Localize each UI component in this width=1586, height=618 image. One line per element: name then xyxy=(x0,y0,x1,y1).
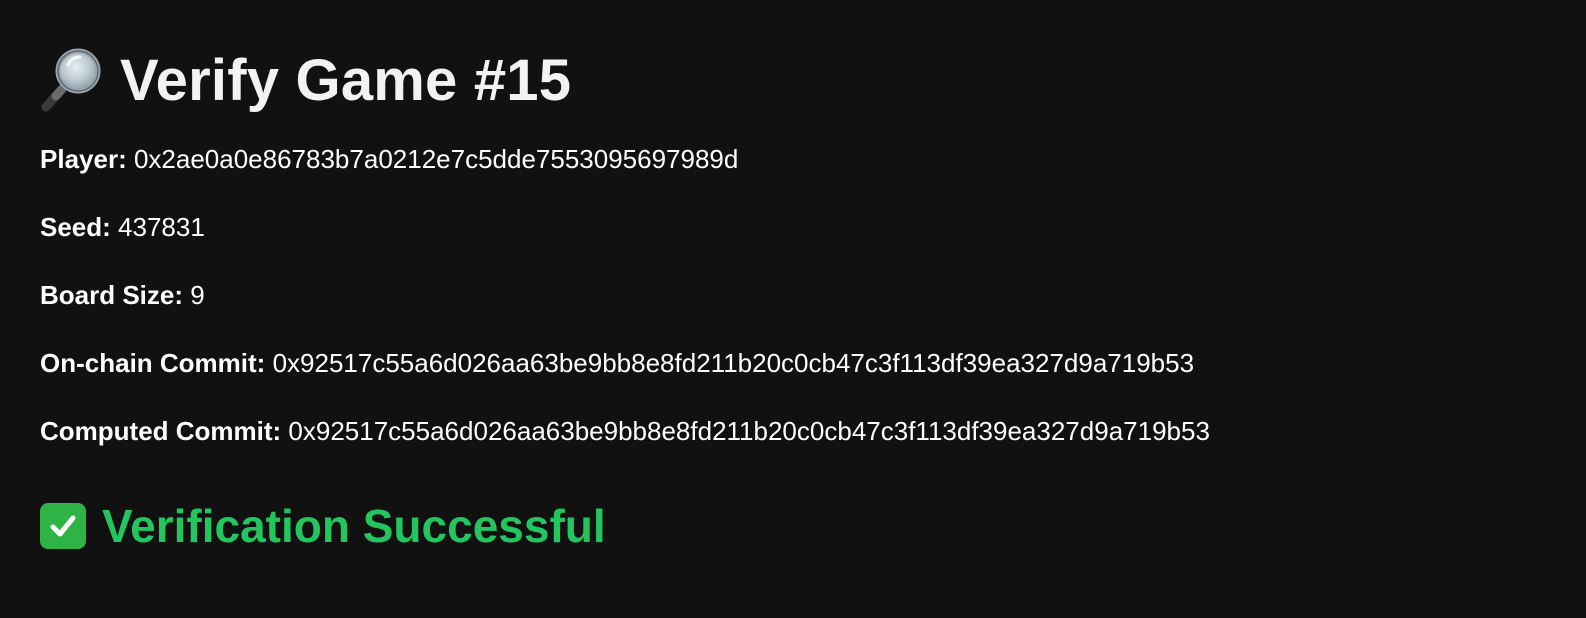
check-mark-icon xyxy=(40,503,86,549)
computed-commit-label: Computed Commit: xyxy=(40,416,289,446)
detail-row-board-size: Board Size: 9 xyxy=(40,278,1546,346)
verification-status: Verification Successful xyxy=(40,496,1546,556)
magnifying-glass-icon xyxy=(40,47,104,113)
player-label: Player: xyxy=(40,144,134,174)
verify-page: Verify Game #15 Player: 0x2ae0a0e86783b7… xyxy=(40,0,1546,556)
detail-row-seed: Seed: 437831 xyxy=(40,210,1546,278)
board-size-label: Board Size: xyxy=(40,280,191,310)
onchain-commit-value: 0x92517c55a6d026aa63be9bb8e8fd211b20c0cb… xyxy=(272,348,1195,378)
page-title-text: Verify Game #15 xyxy=(120,47,572,113)
verification-status-text: Verification Successful xyxy=(102,500,606,552)
board-size-value: 9 xyxy=(190,280,205,310)
seed-value: 437831 xyxy=(118,212,205,242)
computed-commit-value: 0x92517c55a6d026aa63be9bb8e8fd211b20c0cb… xyxy=(288,416,1210,446)
page-title: Verify Game #15 xyxy=(40,44,1546,116)
detail-row-onchain-commit: On-chain Commit: 0x92517c55a6d026aa63be9… xyxy=(40,346,1546,414)
onchain-commit-label: On-chain Commit: xyxy=(40,348,273,378)
detail-row-computed-commit: Computed Commit: 0x92517c55a6d026aa63be9… xyxy=(40,414,1546,482)
player-value: 0x2ae0a0e86783b7a0212e7c5dde755309569798… xyxy=(133,144,739,174)
seed-label: Seed: xyxy=(40,212,119,242)
detail-row-player: Player: 0x2ae0a0e86783b7a0212e7c5dde7553… xyxy=(40,142,1546,210)
game-details: Player: 0x2ae0a0e86783b7a0212e7c5dde7553… xyxy=(40,142,1546,482)
